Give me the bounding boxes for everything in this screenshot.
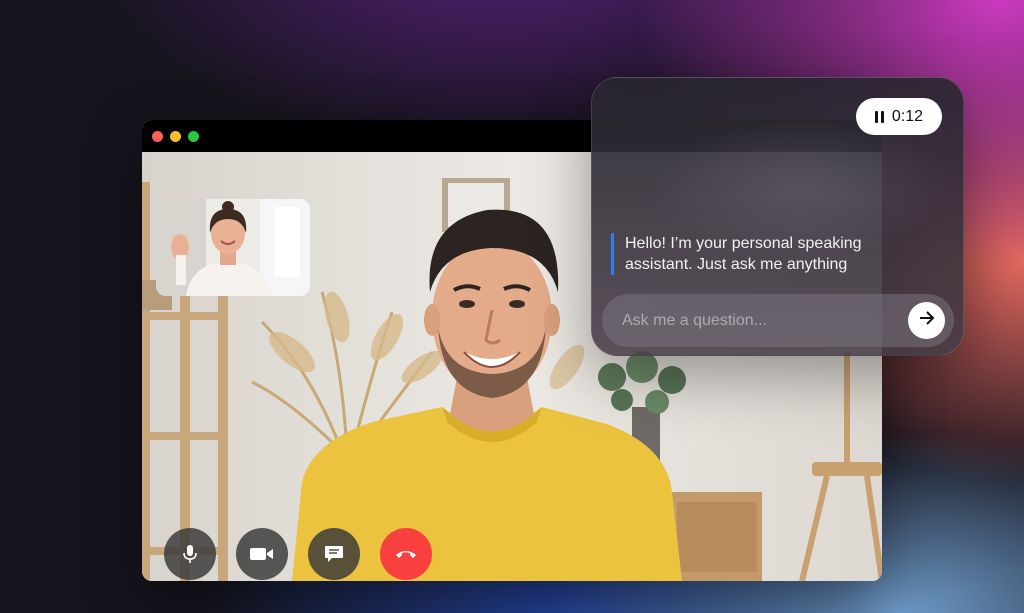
end-call-button[interactable] bbox=[380, 528, 432, 580]
self-view-video[interactable] bbox=[156, 199, 310, 296]
mic-icon bbox=[180, 543, 200, 565]
pause-icon bbox=[874, 110, 884, 123]
camera-button[interactable] bbox=[236, 528, 288, 580]
question-bar bbox=[602, 294, 954, 347]
send-button[interactable] bbox=[908, 302, 945, 339]
chat-bubble-icon bbox=[323, 543, 345, 565]
assistant-message: Hello! I’m your personal speaking assist… bbox=[611, 233, 901, 275]
speaking-assistant-panel: 0:12 Hello! I’m your personal speaking a… bbox=[591, 77, 964, 356]
phone-hangup-icon bbox=[394, 548, 418, 560]
arrow-right-icon bbox=[918, 310, 936, 331]
question-input[interactable] bbox=[622, 294, 892, 347]
close-window-button[interactable] bbox=[152, 131, 163, 142]
chat-button[interactable] bbox=[308, 528, 360, 580]
timer-label: 0:12 bbox=[891, 107, 924, 125]
minimize-window-button[interactable] bbox=[170, 131, 181, 142]
recording-timer-button[interactable]: 0:12 bbox=[856, 98, 942, 135]
microphone-button[interactable] bbox=[164, 528, 216, 580]
zoom-window-button[interactable] bbox=[188, 131, 199, 142]
video-camera-icon bbox=[249, 545, 275, 563]
